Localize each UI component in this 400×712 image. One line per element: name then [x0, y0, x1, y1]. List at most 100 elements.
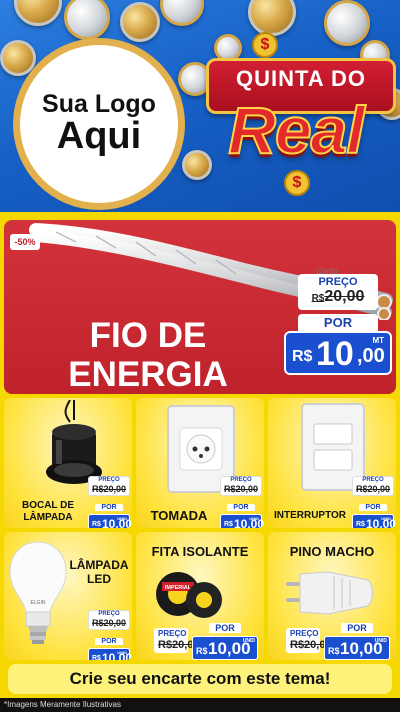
preco-label: PREÇO: [98, 611, 120, 617]
logo-text-line2: Aqui: [56, 115, 142, 158]
dollar-icon: $: [252, 32, 278, 58]
por-label: POR: [341, 623, 373, 633]
old-price: R$20,00: [298, 288, 378, 306]
product-price: PREÇO R$20,00 POR R$ 10,00 UNID: [88, 610, 132, 660]
cta-banner[interactable]: Crie seu encarte com este tema!: [8, 664, 392, 694]
badge-title: QUINTA DO: [236, 66, 366, 91]
bulb-image: ELGIN: [9, 541, 67, 644]
old-price-panel: PREÇO R$20,00: [220, 476, 262, 496]
old-currency: R$: [311, 293, 325, 304]
coin-icon: [120, 2, 160, 42]
product-name: LÂMPADA LED: [66, 558, 132, 587]
price-unit: UNID: [117, 649, 127, 655]
old-price: R$20,00: [290, 638, 332, 651]
old-price: R$20,00: [224, 484, 259, 495]
price-int: 10: [316, 335, 354, 373]
product-price: PREÇO R$20,00 POR R$ 10,00 UNID: [220, 476, 264, 528]
new-price: R$ 10,00 UNID: [324, 636, 390, 660]
currency: R$: [224, 520, 233, 528]
new-price: R$ 10,00 UNID: [220, 513, 264, 528]
coin-icon: [160, 0, 204, 26]
logo-text-line1: Sua Logo: [42, 89, 156, 118]
product-card: FITA ISOLANTE IMPERIAL PREÇO R$20,00 POR …: [136, 532, 264, 660]
por-label: POR: [95, 637, 123, 645]
preco-label: PREÇO: [318, 276, 358, 288]
por-label: POR: [95, 503, 123, 511]
product-name-text: BOCAL DE LÂMPADA: [21, 500, 75, 523]
por-label: POR: [227, 503, 255, 511]
new-price: R$ 10,00 UNID: [88, 647, 132, 660]
dollar-icon: $: [284, 170, 310, 196]
old-price-panel: PREÇO R$20,00: [88, 476, 130, 496]
currency: R$: [356, 520, 365, 528]
product-card: ELGIN LÂMPADA LED PREÇO R$20,00 POR R$ 10…: [4, 532, 132, 660]
preco-label: PREÇO: [290, 629, 319, 638]
old-price-panel: PREÇO R$20,00: [352, 476, 394, 496]
product-card: TOMADA PREÇO R$20,00 POR R$ 10,00 UNID: [136, 398, 264, 528]
old-price-panel: PREÇO R$20,00: [298, 274, 378, 310]
product-name: PINO MACHO: [289, 544, 375, 559]
product-card: PINO MACHO PREÇO R$20,00 POR R$ 10,00 UNI…: [268, 532, 396, 660]
new-price: R$ 10,00 UNID: [352, 513, 396, 528]
featured-product: Corfio -50% FIO DE ENERGIA PREÇO R$20,00…: [4, 220, 396, 394]
por-label: POR: [209, 623, 241, 633]
price-unit: UNID: [117, 515, 127, 521]
price-unit: UNID: [374, 638, 387, 644]
coin-icon: [64, 0, 110, 40]
price-cents: ,00: [357, 345, 385, 367]
product-price: PREÇO R$20,00 POR R$ 10,00 UNID: [352, 476, 396, 528]
preco-label: PREÇO: [98, 477, 120, 483]
coin-icon: [14, 0, 62, 26]
price-unit: MT: [372, 336, 384, 345]
disclaimer: *Imagens Meramente Ilustrativas: [0, 698, 400, 712]
featured-name-line1: FIO DE: [89, 316, 207, 355]
tape-brand: IMPERIAL: [165, 585, 192, 591]
preco-label: PREÇO: [362, 477, 384, 483]
badge-word: Real: [227, 92, 365, 168]
product-name: INTERRUPTOR: [273, 510, 347, 521]
product-name: FITA ISOLANTE: [151, 544, 249, 559]
promo-badge: $ QUINTA DO Real $: [196, 32, 396, 196]
old-price: R$20,00: [92, 484, 127, 495]
featured-price-box: PREÇO R$20,00 POR R$ 10 ,00 MT: [284, 274, 392, 375]
product-name: BOCAL DE LÂMPADA: [8, 500, 88, 523]
tape-image: IMPERIAL: [156, 572, 222, 618]
featured-name-line2: ENERGIA: [68, 355, 228, 394]
currency: R$: [92, 520, 101, 528]
product-name: TOMADA: [150, 508, 208, 523]
price-unit: UNID: [381, 515, 391, 521]
currency: R$: [292, 348, 313, 365]
por-label: POR: [298, 314, 378, 331]
price-unit: UNID: [249, 515, 259, 521]
old-price: R$20,00: [92, 618, 127, 629]
old-price-panel: PREÇO R$20,00: [154, 628, 200, 653]
old-price: R$20,00: [158, 638, 200, 651]
old-price-panel: PREÇO R$20,00: [88, 610, 130, 630]
product-card: INTERRUPTOR PREÇO R$20,00 POR R$ 10,00 UN…: [268, 398, 396, 528]
old-price-value: 20,00: [324, 288, 365, 305]
new-price: R$ 10,00 UNID: [88, 513, 132, 528]
new-price: R$ 10,00 UNID: [192, 636, 258, 660]
header-banner: Sua Logo Aqui $ QUINTA DO Real $: [0, 0, 400, 212]
preco-label: PREÇO: [230, 477, 252, 483]
currency: R$: [196, 646, 208, 656]
product-name-line1: LÂMPADA: [69, 558, 129, 572]
old-price-panel: PREÇO R$20,00: [286, 628, 332, 653]
currency: R$: [92, 654, 101, 660]
preco-label: PREÇO: [158, 629, 187, 638]
bulb-brand: ELGIN: [30, 600, 45, 606]
plug-image: [286, 571, 373, 615]
product-price: PREÇO R$20,00 POR R$ 10,00 UNID: [88, 476, 132, 528]
new-price: R$ 10 ,00 MT: [284, 331, 392, 375]
price-unit: UNID: [242, 638, 255, 644]
product-card: BOCAL DE LÂMPADA PREÇO R$20,00 POR R$ 10,…: [4, 398, 132, 528]
logo-placeholder: Sua Logo Aqui: [20, 45, 178, 203]
por-label: POR: [359, 503, 387, 511]
product-name-line2: LED: [87, 572, 111, 587]
currency: R$: [328, 646, 340, 656]
coin-icon: [248, 0, 296, 36]
coin-icon: [0, 40, 36, 76]
featured-product-name: FIO DE ENERGIA: [18, 316, 278, 394]
discount-tag: -50%: [10, 234, 40, 250]
old-price: R$20,00: [356, 484, 391, 495]
